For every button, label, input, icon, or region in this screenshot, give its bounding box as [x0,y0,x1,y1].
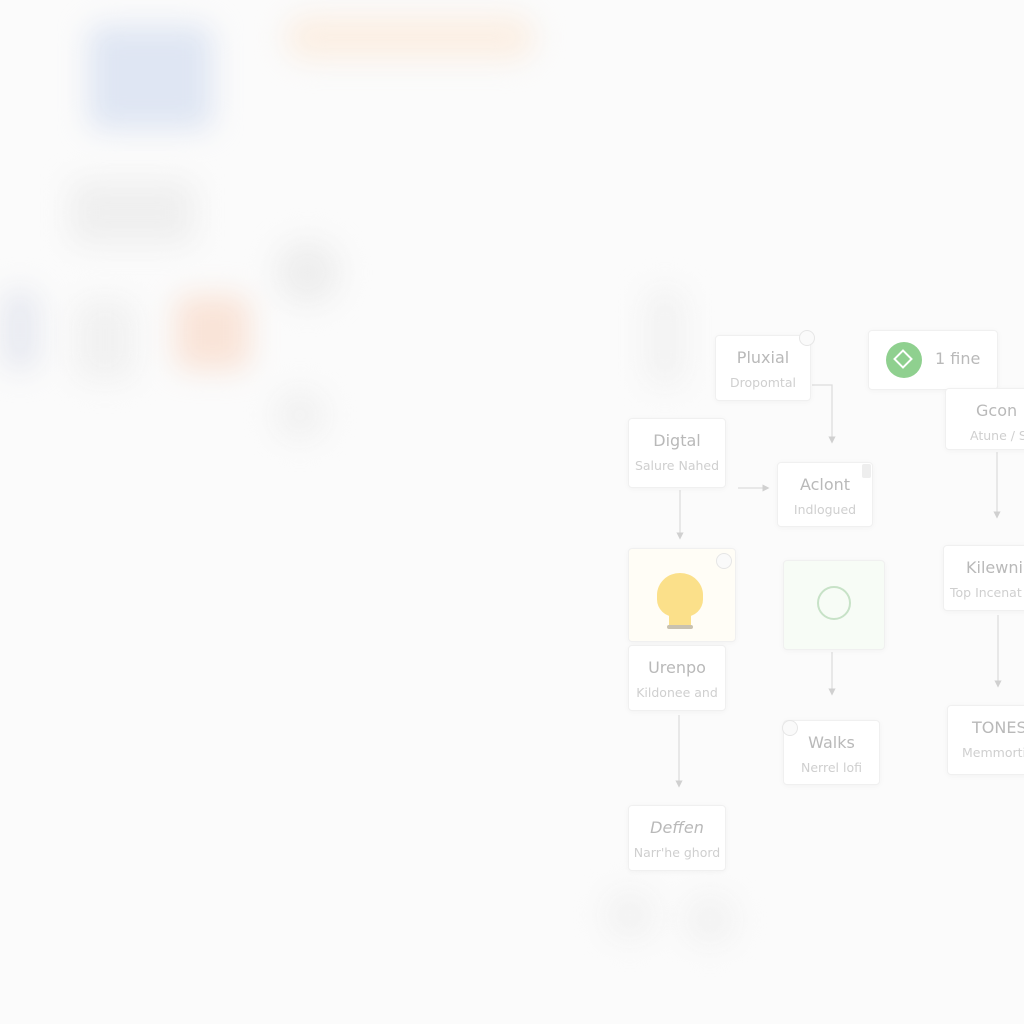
node-tones[interactable]: TONES Memmortic [947,705,1024,775]
chat-icon [782,720,798,736]
node-subtitle: Memmortic [962,745,1024,760]
node-subtitle: Salure Nahed [634,458,720,473]
chat-icon [716,553,732,569]
node-title: 1 fine [935,349,981,368]
pin-icon [799,330,815,346]
node-subtitle: Narr'he ghord [633,845,721,860]
download-diamond-icon [886,342,922,378]
node-subtitle: Atune / S [970,428,1024,443]
node-title: Pluxial [736,348,790,367]
node-title: Deffen [650,818,704,837]
node-title: Walks [808,733,855,752]
node-subtitle: Indlogued [793,502,857,517]
node-subtitle: Top Incenat [950,585,1022,600]
node-gcon[interactable]: Gcon Atune / S [945,388,1024,450]
node-subtitle: Nerrel lofi [801,760,862,775]
lightbulb-icon [657,573,703,631]
node-title: Aclont [799,475,851,494]
node-kilewnii[interactable]: Kilewnii Top Incenat [943,545,1024,611]
node-aclont[interactable]: Aclont Indlogued [777,462,873,527]
node-urenpo[interactable]: Urenpo Kildonee and [628,645,726,711]
node-title: TONES [972,718,1024,737]
node-subtitle: Kildonee and [636,685,718,700]
arrow-pluxial-aclont [812,384,836,444]
node-title: Kilewnii [966,558,1024,577]
node-subtitle: Dropomtal [730,375,796,390]
node-title: Gcon [976,401,1018,420]
recycle-icon [817,586,851,620]
node-digtal[interactable]: Digtal Salure Nahed [628,418,726,488]
node-title: Digtal [653,431,701,450]
node-title: Urenpo [648,658,706,677]
recycle-card[interactable] [783,560,885,650]
node-pluxial[interactable]: Pluxial Dropomtal [715,335,811,401]
lock-icon [862,464,871,478]
node-deffen[interactable]: Deffen Narr'he ghord [628,805,726,871]
